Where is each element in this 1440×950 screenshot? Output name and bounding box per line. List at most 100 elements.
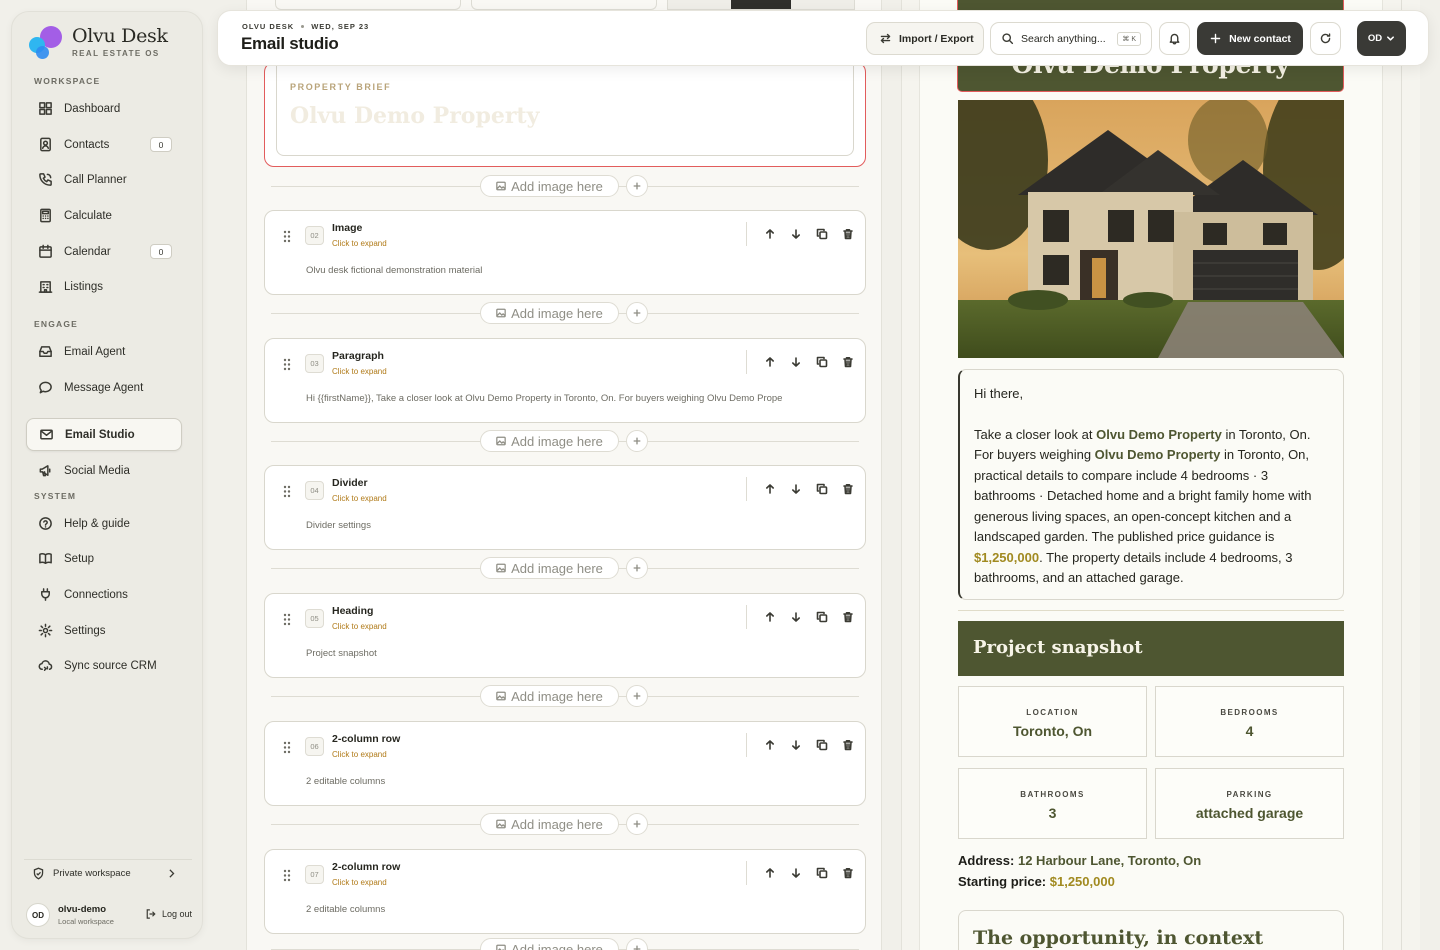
template-select[interactable] <box>275 0 461 10</box>
brand[interactable]: Olvu Desk REAL ESTATE OS <box>28 24 168 60</box>
block-two-column-row[interactable]: 06 2-column row Click to expand 2 editab… <box>264 721 866 806</box>
delete-button[interactable] <box>835 222 861 246</box>
duplicate-button[interactable] <box>809 861 835 885</box>
add-image-button[interactable]: Add image here <box>480 685 619 707</box>
sidebar-item-calendar[interactable]: Calendar 0 <box>26 235 182 268</box>
duplicate-button[interactable] <box>809 350 835 374</box>
drag-handle-icon[interactable] <box>283 613 291 626</box>
top-bar: OLVU DESK WED, SEP 23 Email studio Impor… <box>217 10 1429 66</box>
add-image-button[interactable]: Add image here <box>480 175 619 197</box>
email-paragraph[interactable]: Hi there, Take a closer look at Olvu Dem… <box>958 369 1344 600</box>
drag-handle-icon[interactable] <box>283 741 291 754</box>
add-block-button[interactable] <box>626 813 648 835</box>
click-to-expand-link[interactable]: Click to expand <box>332 494 387 503</box>
sidebar-item-sync-crm[interactable]: Sync source CRM <box>26 649 182 682</box>
sidebar-item-social-media[interactable]: Social Media <box>26 454 182 487</box>
sidebar-item-calculate[interactable]: Calculate <box>26 199 182 232</box>
delete-button[interactable] <box>835 733 861 757</box>
email-preview-column[interactable]: Olvu Demo Property <box>901 0 1420 950</box>
mail-icon <box>39 427 54 442</box>
delete-button[interactable] <box>835 605 861 629</box>
sidebar-item-setup[interactable]: Setup <box>26 542 182 575</box>
add-block-button[interactable] <box>626 175 648 197</box>
add-block-button[interactable] <box>626 938 648 950</box>
add-image-button[interactable]: Add image here <box>480 813 619 835</box>
add-block-button[interactable] <box>626 557 648 579</box>
sidebar-item-listings[interactable]: Listings <box>26 270 182 303</box>
sidebar-item-connections[interactable]: Connections <box>26 578 182 611</box>
arrow-down-icon <box>792 357 800 367</box>
move-up-button[interactable] <box>757 350 783 374</box>
insert-row: Add image here <box>271 813 859 835</box>
move-down-button[interactable] <box>783 733 809 757</box>
delete-button[interactable] <box>835 861 861 885</box>
sidebar-item-contacts[interactable]: Contacts 0 <box>26 128 182 161</box>
sidebar-item-dashboard[interactable]: Dashboard <box>26 92 182 125</box>
import-export-button[interactable]: Import / Export <box>866 22 984 55</box>
block-divider[interactable]: 04 Divider Click to expand Divider setti… <box>264 465 866 550</box>
email-heading-band[interactable]: Project snapshot <box>958 621 1344 676</box>
move-up-button[interactable] <box>757 477 783 501</box>
block-image[interactable]: 02 Image Click to expand Olvu desk ficti… <box>264 210 866 295</box>
sidebar-item-email-agent[interactable]: Email Agent <box>26 335 182 368</box>
sidebar-item-email-studio[interactable]: Email Studio <box>26 418 182 451</box>
new-contact-button[interactable]: New contact <box>1197 22 1303 55</box>
move-down-button[interactable] <box>783 222 809 246</box>
delete-button[interactable] <box>835 477 861 501</box>
add-image-button[interactable]: Add image here <box>480 938 619 950</box>
click-to-expand-link[interactable]: Click to expand <box>332 878 387 887</box>
move-up-button[interactable] <box>757 861 783 885</box>
building-icon <box>38 279 53 294</box>
delete-button[interactable] <box>835 350 861 374</box>
duplicate-button[interactable] <box>809 733 835 757</box>
move-down-button[interactable] <box>783 350 809 374</box>
context-section[interactable]: The opportunity, in context <box>958 910 1344 950</box>
duplicate-button[interactable] <box>809 605 835 629</box>
new-contact-label: New contact <box>1229 32 1291 45</box>
private-workspace-toggle[interactable]: Private workspace <box>24 859 192 887</box>
move-down-button[interactable] <box>783 477 809 501</box>
add-image-button[interactable]: Add image here <box>480 557 619 579</box>
drag-handle-icon[interactable] <box>283 869 291 882</box>
refresh-button[interactable] <box>1310 22 1341 55</box>
logout-button[interactable]: Log out <box>145 908 192 920</box>
drag-handle-icon[interactable] <box>283 485 291 498</box>
sidebar-item-help[interactable]: Help & guide <box>26 507 182 540</box>
sidebar-item-call-planner[interactable]: Call Planner <box>26 163 182 196</box>
duplicate-button[interactable] <box>809 222 835 246</box>
search-input[interactable]: Search anything... ⌘ K <box>990 22 1152 55</box>
account-menu-button[interactable]: OD <box>1357 21 1406 56</box>
move-up-button[interactable] <box>757 733 783 757</box>
duplicate-button[interactable] <box>809 477 835 501</box>
move-up-button[interactable] <box>757 605 783 629</box>
drag-handle-icon[interactable] <box>283 358 291 371</box>
block-heading[interactable]: 05 Heading Click to expand Project snaps… <box>264 593 866 678</box>
property-photo[interactable] <box>958 100 1344 358</box>
add-image-label: Add image here <box>511 688 603 704</box>
add-block-button[interactable] <box>626 302 648 324</box>
audience-select[interactable] <box>471 0 657 10</box>
notifications-button[interactable] <box>1159 22 1190 55</box>
sidebar-item-message-agent[interactable]: Message Agent <box>26 371 182 404</box>
add-block-button[interactable] <box>626 430 648 452</box>
sidebar-item-settings[interactable]: Settings <box>26 614 182 647</box>
editor-column[interactable]: PROPERTY BRIEF Olvu Demo Property Add im… <box>246 0 882 950</box>
property-brief-block[interactable]: PROPERTY BRIEF Olvu Demo Property <box>264 62 866 167</box>
block-two-column-row[interactable]: 07 2-column row Click to expand 2 editab… <box>264 849 866 934</box>
block-paragraph[interactable]: 03 Paragraph Click to expand Hi {{firstN… <box>264 338 866 423</box>
click-to-expand-link[interactable]: Click to expand <box>332 750 387 759</box>
avatar[interactable]: OD <box>26 903 50 927</box>
add-image-button[interactable]: Add image here <box>480 430 619 452</box>
view-toggle[interactable] <box>667 0 855 10</box>
add-image-button[interactable]: Add image here <box>480 302 619 324</box>
click-to-expand-link[interactable]: Click to expand <box>332 367 387 376</box>
move-down-button[interactable] <box>783 861 809 885</box>
move-up-button[interactable] <box>757 222 783 246</box>
move-down-button[interactable] <box>783 605 809 629</box>
drag-handle-icon[interactable] <box>283 230 291 243</box>
add-block-button[interactable] <box>626 685 648 707</box>
brand-logo-icon <box>28 24 64 60</box>
block-title: 2-column row <box>332 733 401 745</box>
click-to-expand-link[interactable]: Click to expand <box>332 239 387 248</box>
click-to-expand-link[interactable]: Click to expand <box>332 622 387 631</box>
